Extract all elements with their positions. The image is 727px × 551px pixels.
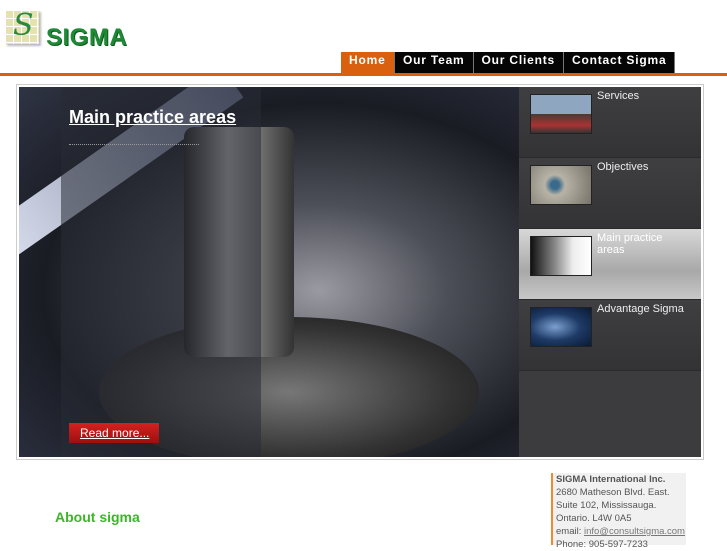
hero-title-link[interactable]: Main practice areas (69, 107, 236, 128)
hero-image: Main practice areas Read more... (19, 87, 519, 457)
slide-label: Objectives (597, 161, 649, 173)
divider (69, 144, 199, 145)
company-name: SIGMA International Inc. (556, 474, 666, 485)
main-nav: Home Our Team Our Clients Contact Sigma (341, 52, 676, 73)
slide-tab-main-practice-areas[interactable]: Main practice areas (519, 229, 701, 300)
slide-label: Services (597, 90, 640, 102)
nav-home[interactable]: Home (341, 52, 395, 73)
address-line: Ontario. L4W 0A5 (556, 513, 632, 524)
address-line: Suite 102, Mississauga. (556, 500, 657, 511)
practice-areas-thumbnail (530, 236, 592, 276)
slide-tab-objectives[interactable]: Objectives (519, 158, 701, 229)
services-thumbnail (530, 94, 592, 134)
objectives-thumbnail (530, 165, 592, 205)
slide-label: Main practice areas (597, 232, 663, 256)
slider-thumbnails: Services Objectives Main practice areas … (519, 87, 701, 457)
logo-text: SIGMA (46, 24, 128, 51)
slide-tab-advantage-sigma[interactable]: Advantage Sigma (519, 300, 701, 371)
header-divider (0, 73, 727, 76)
advantage-thumbnail (530, 307, 592, 347)
logo-sigma-icon: S (13, 8, 34, 43)
email-label: email: (556, 526, 582, 537)
nav-our-clients[interactable]: Our Clients (473, 52, 565, 73)
hero-slider: Main practice areas Read more... Service… (16, 84, 704, 460)
address-line: 2680 Matheson Blvd. East. (556, 487, 670, 498)
slide-label: Advantage Sigma (597, 303, 684, 315)
about-heading: About sigma (55, 509, 140, 525)
email-link[interactable]: info@consultsigma.com (584, 526, 685, 537)
nav-contact-sigma[interactable]: Contact Sigma (564, 52, 676, 73)
slide-tab-services[interactable]: Services (519, 87, 701, 158)
contact-address: SIGMA International Inc. 2680 Matheson B… (551, 473, 686, 550)
read-more-button[interactable]: Read more... (69, 423, 159, 443)
hero-caption-overlay (61, 87, 261, 457)
nav-our-team[interactable]: Our Team (395, 52, 474, 73)
sigma-logo[interactable]: S SIGMA (5, 8, 135, 51)
